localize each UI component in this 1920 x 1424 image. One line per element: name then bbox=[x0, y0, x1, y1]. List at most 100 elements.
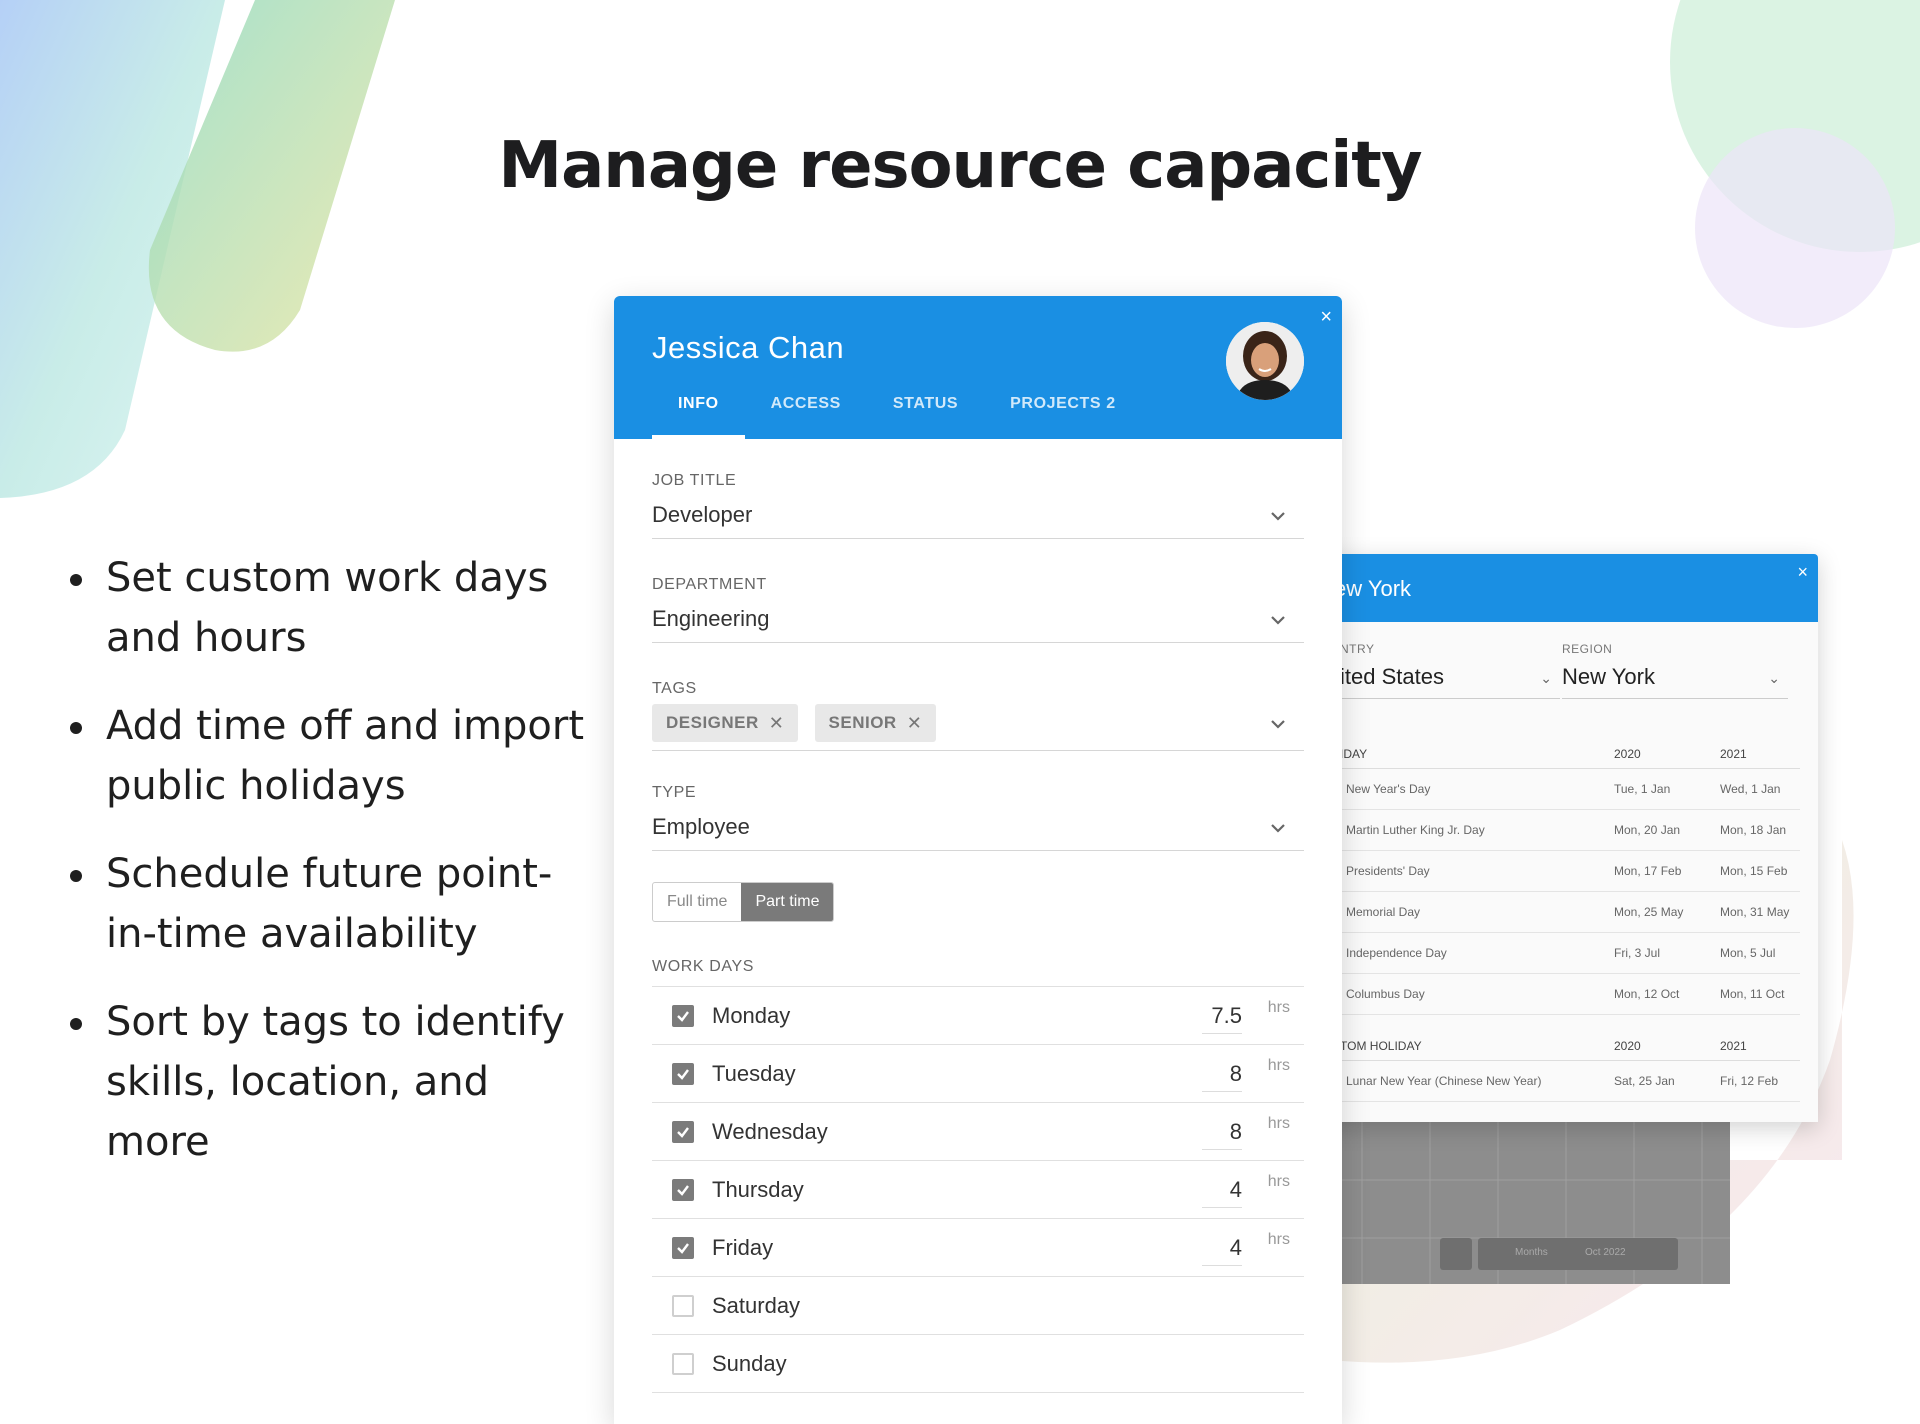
holiday-date: Wed, 1 Jan bbox=[1720, 782, 1781, 796]
table-row: Lunar New Year (Chinese New Year) Sat, 25… bbox=[1340, 1061, 1800, 1102]
holiday-name: Columbus Day bbox=[1346, 987, 1425, 1001]
table-row: Independence Day Fri, 3 Jul Mon, 5 Jul bbox=[1340, 933, 1800, 974]
hours-input[interactable]: 7.5 bbox=[1202, 1003, 1242, 1034]
check-icon bbox=[677, 1184, 689, 1196]
hours-unit: hrs bbox=[1267, 999, 1290, 1016]
column-header: IDAY bbox=[1340, 747, 1368, 761]
table-header: IDAY 2020 2021 bbox=[1340, 740, 1800, 769]
holiday-date: Mon, 5 Jul bbox=[1720, 946, 1776, 960]
country-select[interactable]: NTRY ited States ⌄ bbox=[1340, 642, 1560, 699]
holiday-date: Mon, 20 Jan bbox=[1614, 823, 1681, 837]
chevron-down-icon bbox=[1271, 512, 1285, 521]
hours-input[interactable]: 4 bbox=[1202, 1177, 1242, 1208]
day-checkbox[interactable] bbox=[672, 1236, 694, 1259]
remove-tag-icon[interactable]: ✕ bbox=[769, 713, 785, 734]
work-days-label: WORK DAYS bbox=[652, 958, 755, 975]
remove-tag-icon[interactable]: ✕ bbox=[907, 713, 923, 734]
holiday-date: Mon, 31 May bbox=[1720, 905, 1790, 919]
holiday-name: Martin Luther King Jr. Day bbox=[1346, 823, 1485, 837]
background-calendar-view: Months Oct 2022 bbox=[1310, 1122, 1730, 1284]
day-name: Tuesday bbox=[712, 1060, 796, 1086]
public-holidays-table: IDAY 2020 2021 New Year's Day Tue, 1 Jan W… bbox=[1340, 740, 1800, 1015]
tab-projects[interactable]: PROJECTS 2 bbox=[984, 392, 1142, 439]
work-day-row: Saturday bbox=[652, 1277, 1304, 1335]
day-checkbox[interactable] bbox=[672, 1120, 694, 1143]
tags-label: TAGS bbox=[652, 680, 697, 697]
work-day-row: Monday 7.5 hrs bbox=[652, 987, 1304, 1045]
tab-access[interactable]: ACCESS bbox=[745, 392, 867, 439]
table-row: Martin Luther King Jr. Day Mon, 20 Jan Mon… bbox=[1340, 810, 1800, 851]
tab-status[interactable]: STATUS bbox=[867, 392, 984, 439]
avatar[interactable] bbox=[1226, 322, 1304, 400]
holiday-name: Memorial Day bbox=[1346, 905, 1421, 919]
tab-bar: INFO ACCESS STATUS PROJECTS 2 bbox=[652, 392, 1142, 439]
zoom-dropdown[interactable]: Months bbox=[1515, 1247, 1548, 1258]
column-header: 2021 bbox=[1720, 1039, 1747, 1053]
check-icon bbox=[677, 1126, 689, 1138]
holiday-date: Tue, 1 Jan bbox=[1614, 782, 1671, 796]
full-time-option[interactable]: Full time bbox=[653, 883, 741, 921]
hours-input[interactable]: 4 bbox=[1202, 1235, 1242, 1266]
work-day-row: Wednesday 8 hrs bbox=[652, 1103, 1304, 1161]
column-header: TOM HOLIDAY bbox=[1340, 1039, 1422, 1053]
holiday-name: Presidents' Day bbox=[1346, 864, 1430, 878]
day-name: Monday bbox=[712, 1002, 791, 1028]
part-time-option[interactable]: Part time bbox=[741, 883, 834, 921]
job-title-field[interactable]: JOB TITLE Developer bbox=[652, 472, 1304, 539]
work-day-row: Friday 4 hrs bbox=[652, 1219, 1304, 1277]
day-checkbox[interactable] bbox=[672, 1004, 694, 1027]
tag-chip[interactable]: DESIGNER ✕ bbox=[652, 704, 799, 742]
check-icon bbox=[677, 1242, 689, 1254]
job-title-value: Developer bbox=[652, 502, 753, 527]
hours-unit: hrs bbox=[1267, 1057, 1290, 1074]
holiday-date: Sat, 25 Jan bbox=[1614, 1074, 1675, 1088]
day-name: Sunday bbox=[712, 1350, 787, 1376]
column-header: 2020 bbox=[1614, 747, 1641, 761]
department-label: DEPARTMENT bbox=[652, 576, 767, 593]
tags-field[interactable]: TAGS DESIGNER ✕ SENIOR ✕ bbox=[652, 680, 1304, 751]
close-icon[interactable]: × bbox=[1320, 306, 1332, 329]
hours-input[interactable]: 8 bbox=[1202, 1061, 1242, 1092]
hours-input[interactable]: 8 bbox=[1202, 1119, 1242, 1150]
chevron-down-icon bbox=[1271, 616, 1285, 625]
holiday-date: Fri, 3 Jul bbox=[1614, 946, 1661, 960]
check-icon bbox=[677, 1010, 689, 1022]
person-name: Jessica Chan bbox=[652, 330, 845, 365]
type-label: TYPE bbox=[652, 784, 697, 801]
holiday-date: Mon, 25 May bbox=[1614, 905, 1684, 919]
date-label: Oct 2022 bbox=[1585, 1247, 1626, 1258]
holiday-name: Lunar New Year (Chinese New Year) bbox=[1346, 1074, 1542, 1088]
country-value: ited States bbox=[1340, 664, 1444, 689]
table-header: TOM HOLIDAY 2020 2021 bbox=[1340, 1032, 1800, 1061]
day-name: Thursday bbox=[712, 1176, 804, 1202]
table-row: New Year's Day Tue, 1 Jan Wed, 1 Jan bbox=[1340, 769, 1800, 810]
tag-chip[interactable]: SENIOR ✕ bbox=[814, 704, 937, 742]
day-checkbox[interactable] bbox=[672, 1352, 694, 1375]
job-title-label: JOB TITLE bbox=[652, 472, 737, 489]
hours-unit: hrs bbox=[1267, 1231, 1290, 1248]
avatar-photo bbox=[1226, 322, 1304, 400]
table-row: Columbus Day Mon, 12 Oct Mon, 11 Oct bbox=[1340, 974, 1800, 1015]
holiday-date: Mon, 15 Feb bbox=[1720, 864, 1788, 878]
type-field[interactable]: TYPE Employee bbox=[652, 784, 1304, 851]
holiday-name: Independence Day bbox=[1346, 946, 1447, 960]
chevron-down-icon bbox=[1271, 824, 1285, 833]
feature-item: Sort by tags to identify skills, locatio… bbox=[66, 992, 586, 1172]
holiday-settings-card: ew York × NTRY ited States ⌄ REGION New Y… bbox=[1310, 554, 1818, 1122]
table-row: Presidents' Day Mon, 17 Feb Mon, 15 Feb bbox=[1340, 851, 1800, 892]
chevron-down-icon bbox=[1271, 720, 1285, 729]
region-select[interactable]: REGION New York ⌄ bbox=[1562, 642, 1788, 699]
custom-holidays-table: TOM HOLIDAY 2020 2021 Lunar New Year (Ch… bbox=[1340, 1032, 1800, 1102]
day-name: Wednesday bbox=[712, 1118, 828, 1144]
department-field[interactable]: DEPARTMENT Engineering bbox=[652, 576, 1304, 643]
tab-info[interactable]: INFO bbox=[652, 392, 745, 439]
check-icon bbox=[677, 1068, 689, 1080]
region-value: New York bbox=[1562, 664, 1655, 689]
close-icon[interactable]: × bbox=[1797, 562, 1808, 583]
day-checkbox[interactable] bbox=[672, 1062, 694, 1085]
column-header: 2021 bbox=[1720, 747, 1747, 761]
day-checkbox[interactable] bbox=[672, 1294, 694, 1317]
type-value: Employee bbox=[652, 814, 750, 839]
day-checkbox[interactable] bbox=[672, 1178, 694, 1201]
column-header: 2020 bbox=[1614, 1039, 1641, 1053]
